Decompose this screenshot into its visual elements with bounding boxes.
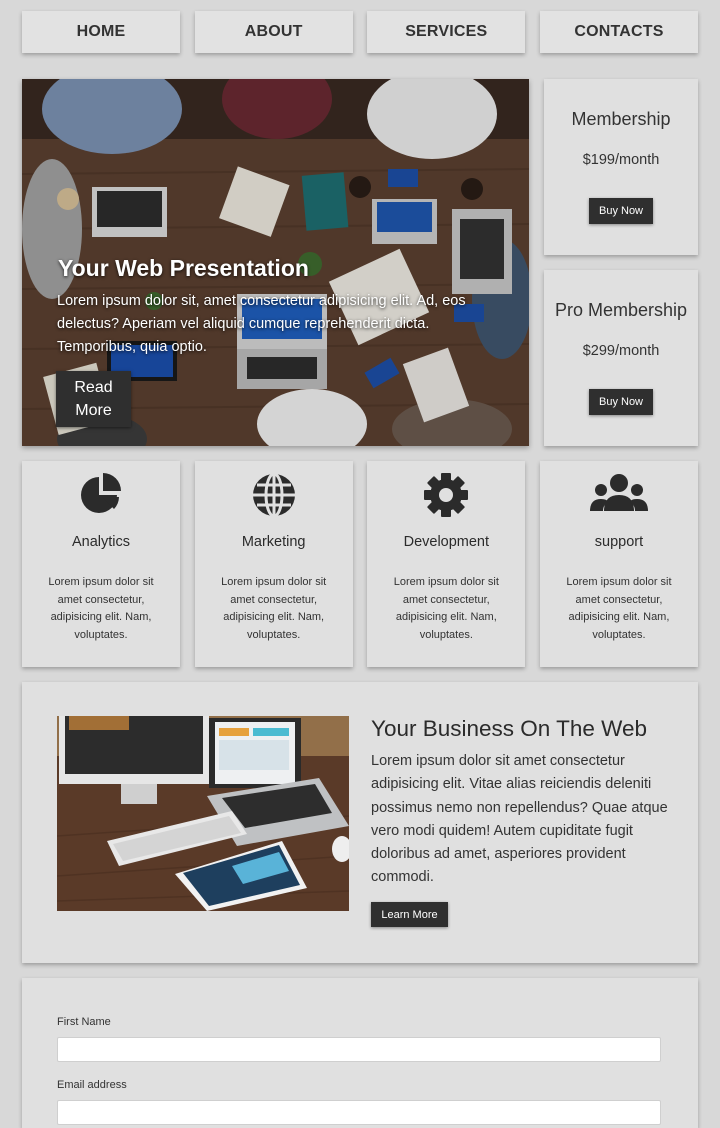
membership-card: Membership $199/month Buy Now	[544, 79, 698, 255]
learn-more-button[interactable]: Learn More	[371, 902, 448, 927]
feature-card-support: support Lorem ipsum dolor sit amet conse…	[539, 461, 698, 667]
hero-title: Your Web Presentation	[58, 255, 309, 281]
email-label: Email address	[57, 1079, 127, 1091]
feature-text: Lorem ipsum dolor sit amet consectetur, …	[393, 576, 499, 641]
globe-icon	[252, 472, 295, 518]
feature-text: Lorem ipsum dolor sit amet consectetur, …	[48, 576, 154, 641]
main-nav: HOME ABOUT SERVICES CONTACTS	[22, 11, 698, 53]
nav-contacts-button[interactable]: CONTACTS	[539, 11, 698, 53]
first-name-label: First Name	[57, 1016, 111, 1028]
nav-home-button[interactable]: HOME	[22, 11, 180, 53]
nav-services-button[interactable]: SERVICES	[367, 11, 526, 53]
feature-title: Development	[403, 534, 490, 550]
business-text: Lorem ipsum dolor sit amet consectetur a…	[371, 753, 668, 886]
business-title: Your Business On The Web	[371, 716, 647, 741]
hero-banner: Your Web Presentation Lorem ipsum dolor …	[22, 79, 529, 446]
feature-title: Analytics	[71, 534, 131, 550]
email-input[interactable]	[57, 1100, 661, 1125]
membership-buy-now-button[interactable]: Buy Now	[589, 198, 653, 224]
membership-title: Membership	[571, 109, 671, 129]
read-more-button[interactable]: Read More	[56, 371, 131, 427]
pro-membership-title: Pro Membership	[554, 300, 688, 320]
contact-form: First Name Email address	[22, 978, 698, 1128]
nav-about-button[interactable]: ABOUT	[194, 11, 353, 53]
gear-icon	[424, 473, 469, 517]
users-icon	[589, 474, 648, 511]
pro-membership-card: Pro Membership $299/month Buy Now	[544, 270, 698, 446]
feature-text: Lorem ipsum dolor sit amet consectetur, …	[566, 576, 672, 641]
pie-chart-icon	[81, 473, 121, 513]
pro-membership-price: $299/month	[582, 343, 660, 359]
features-row: Analytics Lorem ipsum dolor sit amet con…	[22, 461, 698, 667]
membership-price: $199/month	[582, 152, 660, 168]
feature-card-analytics: Analytics Lorem ipsum dolor sit amet con…	[22, 461, 180, 667]
feature-card-marketing: Marketing Lorem ipsum dolor sit amet con…	[194, 461, 353, 667]
feature-text: Lorem ipsum dolor sit amet consectetur, …	[221, 576, 327, 641]
feature-card-development: Development Lorem ipsum dolor sit amet c…	[367, 461, 526, 667]
business-section: Your Business On The Web Lorem ipsum dol…	[22, 682, 698, 963]
devices-photo	[57, 716, 349, 911]
first-name-input[interactable]	[57, 1037, 661, 1062]
feature-title: Marketing	[241, 534, 306, 550]
business-image	[57, 716, 349, 911]
pro-membership-buy-now-button[interactable]: Buy Now	[589, 389, 653, 415]
hero-text: Lorem ipsum dolor sit, amet consectetur …	[57, 293, 466, 355]
feature-title: support	[594, 534, 644, 550]
